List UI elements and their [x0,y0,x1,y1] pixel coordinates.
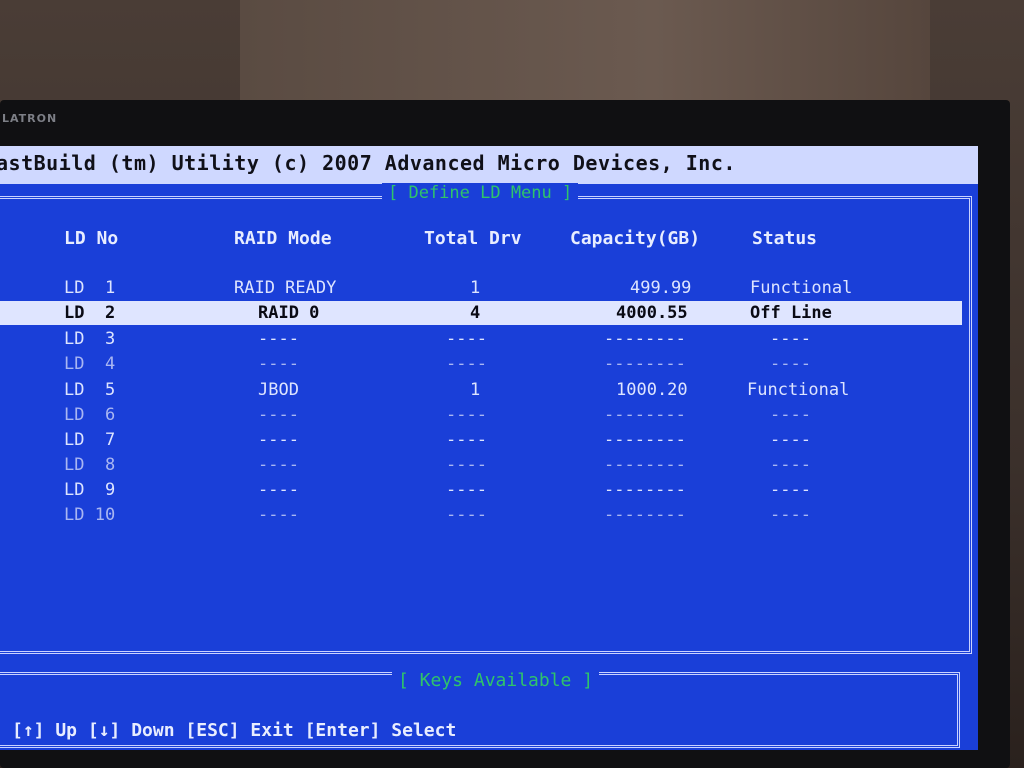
total-drv-cell: ---- [446,405,487,425]
capacity-cell: -------- [604,430,686,450]
table-row[interactable]: LD 2 RAID 0 4 4000.55 Off Line [0,301,962,325]
capacity-cell: -------- [604,329,686,349]
column-header-total-drv: Total Drv [424,228,522,249]
ld-number-cell: LD 6 [64,405,116,425]
bios-screen: astBuild (tm) Utility (c) 2007 Advanced … [0,146,978,750]
total-drv-cell: 1 [470,380,481,400]
capacity-cell: -------- [604,405,686,425]
raid-mode-cell: ---- [258,405,299,425]
ld-number-cell: LD 2 [64,303,116,323]
status-cell: ---- [770,505,811,525]
raid-mode-cell: ---- [258,505,299,525]
total-drv-cell: 1 [470,278,481,298]
ld-number-cell: LD 9 [64,480,116,500]
capacity-cell: -------- [604,354,686,374]
keys-help-text: [↑] Up [↓] Down [ESC] Exit [Enter] Selec… [12,720,457,741]
table-row[interactable]: LD 10 ---- ---- -------- ---- [0,503,978,527]
keys-available-title: [ Keys Available ] [392,670,600,692]
raid-mode-cell: RAID 0 [258,303,320,323]
raid-mode-cell: JBOD [258,380,299,400]
ld-number-cell: LD 1 [64,278,116,298]
raid-mode-cell: RAID READY [234,278,337,298]
raid-mode-cell: ---- [258,354,299,374]
capacity-cell: -------- [604,480,686,500]
column-header-ld-no: LD No [64,228,119,249]
status-cell: ---- [770,354,811,374]
column-header-status: Status [752,228,818,249]
utility-title-bar: astBuild (tm) Utility (c) 2007 Advanced … [0,146,978,184]
status-cell: Functional [747,380,850,400]
total-drv-cell: ---- [446,354,487,374]
total-drv-cell: 4 [470,303,481,323]
column-header-capacity: Capacity(GB) [570,228,701,249]
ld-number-cell: LD 8 [64,455,116,475]
capacity-cell: -------- [604,505,686,525]
table-row[interactable]: LD 3 ---- ---- -------- ---- [0,327,978,351]
monitor-brand-logo: LATRON [2,112,58,125]
status-cell: ---- [770,455,811,475]
column-header-raid-mode: RAID Mode [234,228,332,249]
ld-number-cell: LD 3 [64,329,116,349]
ld-number-cell: LD 10 [64,505,116,525]
table-row[interactable]: LD 9 ---- ---- -------- ---- [0,478,978,502]
total-drv-cell: ---- [446,430,487,450]
total-drv-cell: ---- [446,480,487,500]
table-row[interactable]: LD 4 ---- ---- -------- ---- [0,352,978,376]
total-drv-cell: ---- [446,505,487,525]
table-row[interactable]: LD 7 ---- ---- -------- ---- [0,428,978,452]
total-drv-cell: ---- [446,455,487,475]
status-cell: Off Line [750,303,832,323]
ld-number-cell: LD 5 [64,380,116,400]
table-row[interactable]: LD 1 RAID READY 1 499.99 Functional [0,276,978,300]
total-drv-cell: ---- [446,329,487,349]
ld-number-cell: LD 7 [64,430,116,450]
raid-mode-cell: ---- [258,430,299,450]
capacity-cell: 1000.20 [616,380,688,400]
capacity-cell: 499.99 [630,278,692,298]
raid-mode-cell: ---- [258,329,299,349]
table-row[interactable]: LD 8 ---- ---- -------- ---- [0,453,978,477]
capacity-cell: 4000.55 [616,303,688,323]
define-ld-menu-title: [ Define LD Menu ] [382,183,579,203]
status-cell: Functional [750,278,853,298]
capacity-cell: -------- [604,455,686,475]
table-row[interactable]: LD 5 JBOD 1 1000.20 Functional [0,378,978,402]
status-cell: ---- [770,430,811,450]
raid-mode-cell: ---- [258,480,299,500]
table-row[interactable]: LD 6 ---- ---- -------- ---- [0,403,978,427]
status-cell: ---- [770,329,811,349]
status-cell: ---- [770,405,811,425]
status-cell: ---- [770,480,811,500]
ld-number-cell: LD 4 [64,354,116,374]
raid-mode-cell: ---- [258,455,299,475]
